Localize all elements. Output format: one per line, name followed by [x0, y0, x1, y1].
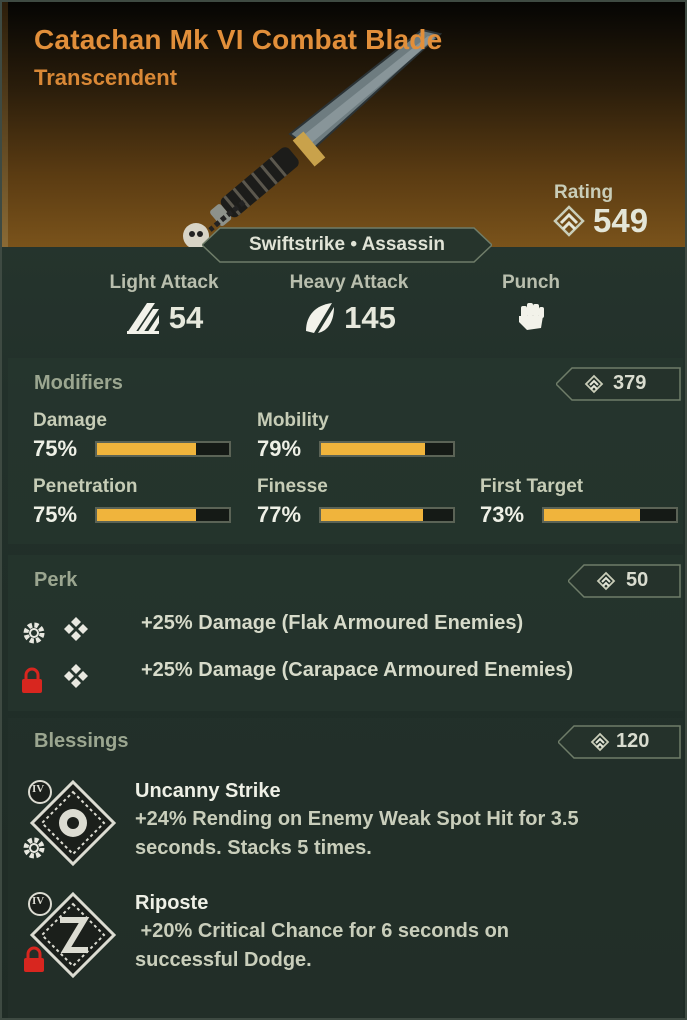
modifier-finesse: Finesse 77%	[257, 476, 457, 528]
blessings-section: Blessings 120 IV Uncanny Strike +24% Ren…	[8, 718, 683, 1018]
modifier-percent: 73%	[480, 502, 525, 527]
lock-icon	[24, 946, 44, 972]
modifier-bar-fill	[97, 509, 196, 521]
heavy-attack-icon	[306, 303, 335, 333]
blessing-name: Uncanny Strike	[135, 780, 281, 802]
modifier-bar	[95, 507, 231, 523]
modifier-damage: Damage 75%	[33, 410, 233, 462]
blessing-desc-line: +24% Rending on Enemy Weak Spot Hit for …	[135, 808, 579, 830]
modifier-percent: 79%	[257, 436, 302, 461]
perk-title: Perk	[34, 569, 78, 591]
blessing-riposte-emblem: IV	[18, 888, 118, 984]
modifier-bar-fill	[321, 443, 426, 455]
blessing-desc-line: successful Dodge.	[135, 949, 312, 971]
modifier-bar-fill	[544, 509, 641, 521]
modifier-bar-fill	[321, 509, 423, 521]
lock-icon	[22, 667, 42, 693]
blessing-uncanny-strike-emblem: IV	[18, 776, 118, 872]
blessing-desc-line: seconds. Stacks 5 times.	[135, 837, 372, 859]
blessing-name: Riposte	[135, 892, 209, 914]
modifier-label: First Target	[480, 476, 584, 497]
attack-stats: Light Attack 54 Heavy Attack 145 Punch	[2, 272, 685, 357]
gear-icon	[23, 622, 45, 644]
blessing-description: +24% Rending on Enemy Weak Spot Hit for …	[135, 805, 675, 863]
gear-icon	[23, 837, 45, 859]
modifier-percent: 75%	[33, 502, 78, 527]
blessing-tier: IV	[32, 783, 45, 795]
modifier-bar	[542, 507, 678, 523]
rating-value: 549	[593, 202, 649, 239]
weapon-header: Catachan Mk VI Combat Blade Transcendent…	[2, 2, 685, 247]
blessings-score: 120	[616, 730, 650, 752]
modifier-bar	[319, 507, 455, 523]
punch-label: Punch	[501, 272, 561, 293]
modifier-label: Mobility	[257, 410, 329, 431]
perk-score-badge	[568, 564, 681, 598]
modifier-bar-fill	[97, 443, 196, 455]
punch: Punch	[496, 272, 566, 334]
modifiers-section: Modifiers 379 Damage 75% Mobility 79% Pe…	[8, 358, 683, 544]
rating-label: Rating	[554, 182, 614, 203]
heavy-attack: Heavy Attack 145	[284, 272, 414, 336]
modifiers-score: 379	[613, 372, 647, 394]
modifier-bar	[95, 441, 231, 457]
modifiers-title: Modifiers	[34, 372, 123, 394]
perk-diamond-icon	[64, 664, 88, 688]
rating: 549	[553, 202, 648, 240]
weapon-rarity: Transcendent	[34, 65, 178, 90]
heavy-attack-value: 145	[344, 300, 396, 335]
blessing-description: +20% Critical Chance for 6 seconds on su…	[135, 917, 675, 975]
weapon-name: Catachan Mk VI Combat Blade	[34, 24, 443, 55]
blessing-desc-line: +20% Critical Chance for 6 seconds on	[135, 920, 510, 942]
modifier-label: Damage	[33, 410, 107, 431]
blessing-tier: IV	[32, 895, 45, 907]
modifier-penetration: Penetration 75%	[33, 476, 233, 528]
modifier-percent: 75%	[33, 436, 78, 461]
blessing-uncanny-strike: Uncanny Strike +24% Rending on Enemy Wea…	[135, 780, 675, 863]
light-attack-label: Light Attack	[109, 272, 219, 293]
perk-text: +25% Damage (Flak Armoured Enemies)	[141, 612, 524, 634]
weapon-card: Catachan Mk VI Combat Blade Transcendent…	[0, 0, 687, 1020]
modifier-first-target: First Target 73%	[480, 476, 680, 528]
blessings-title: Blessings	[34, 730, 129, 752]
light-attack-icon	[126, 303, 159, 334]
modifier-percent: 77%	[257, 502, 302, 527]
light-attack: Light Attack 54	[106, 272, 222, 336]
rating-chevron-icon	[553, 205, 585, 237]
modifier-label: Penetration	[33, 476, 138, 497]
modifier-mobility: Mobility 79%	[257, 410, 457, 462]
perk-score: 50	[626, 569, 649, 591]
modifier-bar	[319, 441, 455, 457]
blessing-riposte: Riposte +20% Critical Chance for 6 secon…	[135, 892, 675, 975]
modifier-label: Finesse	[257, 476, 328, 497]
perk-diamond-icon	[64, 617, 88, 641]
heavy-attack-label: Heavy Attack	[289, 272, 409, 293]
perk-text: +25% Damage (Carapace Armoured Enemies)	[141, 659, 574, 681]
fist-icon	[519, 303, 544, 330]
perk-section: Perk 50 +25% Damage (Flak Armoured Enemi…	[8, 555, 683, 711]
light-attack-value: 54	[168, 300, 204, 335]
class-tags: Swiftstrike • Assassin	[248, 234, 446, 255]
